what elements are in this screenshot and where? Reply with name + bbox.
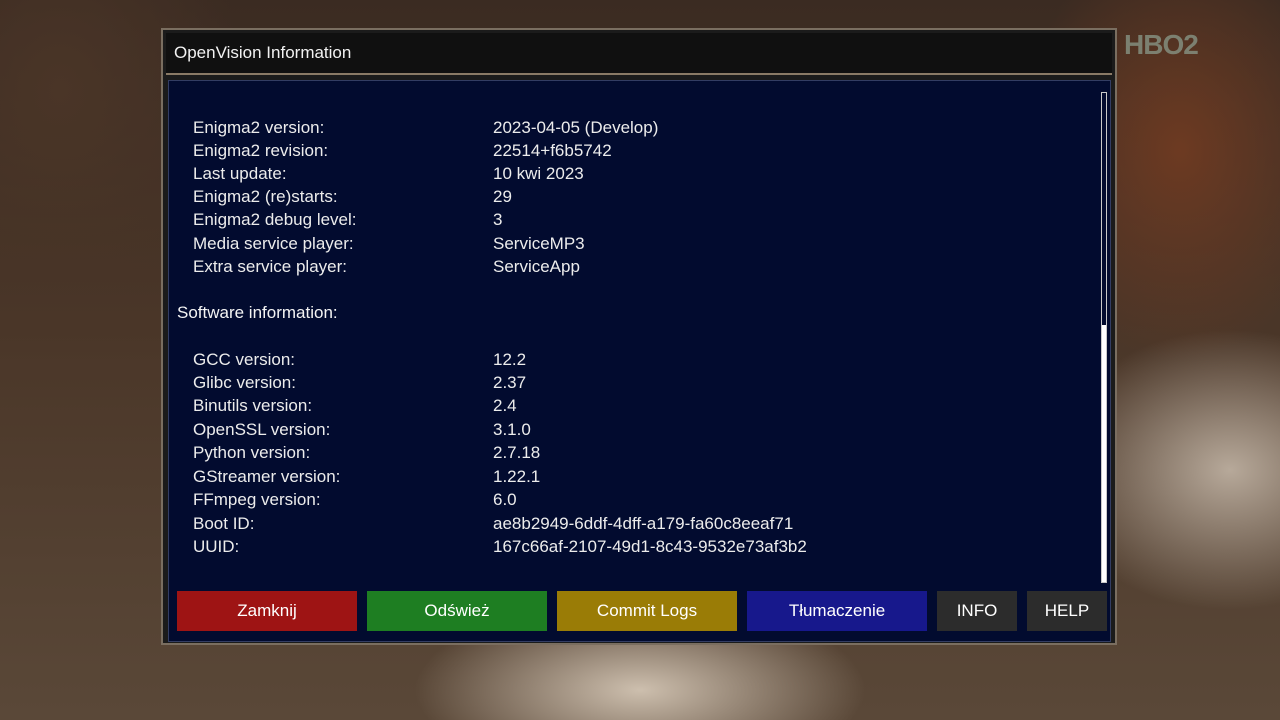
info-label: Enigma2 (re)starts: (193, 187, 338, 206)
window-title: OpenVision Information (174, 43, 352, 62)
info-label: Enigma2 revision: (193, 141, 329, 160)
refresh-button[interactable]: Odśwież (367, 591, 547, 631)
info-value: 12.2 (493, 350, 527, 369)
info-label: GStreamer version: (193, 467, 341, 486)
info-value: 167c66af-2107-49d1-8c43-9532e73af3b2 (493, 537, 807, 556)
info-label: Glibc version: (193, 373, 296, 392)
info-label: Binutils version: (193, 396, 313, 415)
info-value: ServiceApp (493, 257, 580, 276)
close-button[interactable]: Zamknij (177, 591, 357, 631)
info-label: Enigma2 debug level: (193, 210, 357, 229)
info-panel: Enigma2 version: 2023-04-05 (Develop) En… (168, 80, 1111, 642)
info-value: 2.37 (493, 373, 527, 392)
info-label: Extra service player: (193, 257, 347, 276)
info-label: Python version: (193, 443, 311, 462)
info-label: Media service player: (193, 234, 354, 253)
help-button[interactable]: HELP (1027, 591, 1107, 631)
information-window: OpenVision Information Enigma2 version: … (161, 28, 1117, 645)
info-value: ae8b2949-6ddf-4dff-a179-fa60c8eeaf71 (493, 514, 794, 533)
info-value: 1.22.1 (493, 467, 541, 486)
info-label: Last update: (193, 164, 287, 183)
scrollbar-thumb[interactable] (1102, 325, 1106, 582)
info-value: 22514+f6b5742 (493, 141, 612, 160)
info-value: ServiceMP3 (493, 234, 585, 253)
info-button[interactable]: INFO (937, 591, 1017, 631)
channel-logo: HBO2 (1124, 29, 1199, 60)
info-value: 2.4 (493, 396, 517, 415)
info-value: 2.7.18 (493, 443, 541, 462)
commit-logs-button[interactable]: Commit Logs (557, 591, 737, 631)
section-heading-software: Software information: (177, 303, 338, 322)
info-label: GCC version: (193, 350, 296, 369)
info-value: 10 kwi 2023 (493, 164, 584, 183)
info-label: Boot ID: (193, 514, 255, 533)
info-label: FFmpeg version: (193, 490, 321, 509)
info-value: 29 (493, 187, 512, 206)
translation-button[interactable]: Tłumaczenie (747, 591, 927, 631)
scrollbar[interactable] (1101, 92, 1107, 583)
info-label: OpenSSL version: (193, 420, 331, 439)
info-value: 2023-04-05 (Develop) (493, 118, 659, 137)
info-value: 6.0 (493, 490, 517, 509)
info-value: 3.1.0 (493, 420, 531, 439)
info-label: UUID: (193, 537, 240, 556)
info-label: Enigma2 version: (193, 118, 325, 137)
info-value: 3 (493, 210, 503, 229)
title-bar: OpenVision Information (166, 33, 1112, 75)
